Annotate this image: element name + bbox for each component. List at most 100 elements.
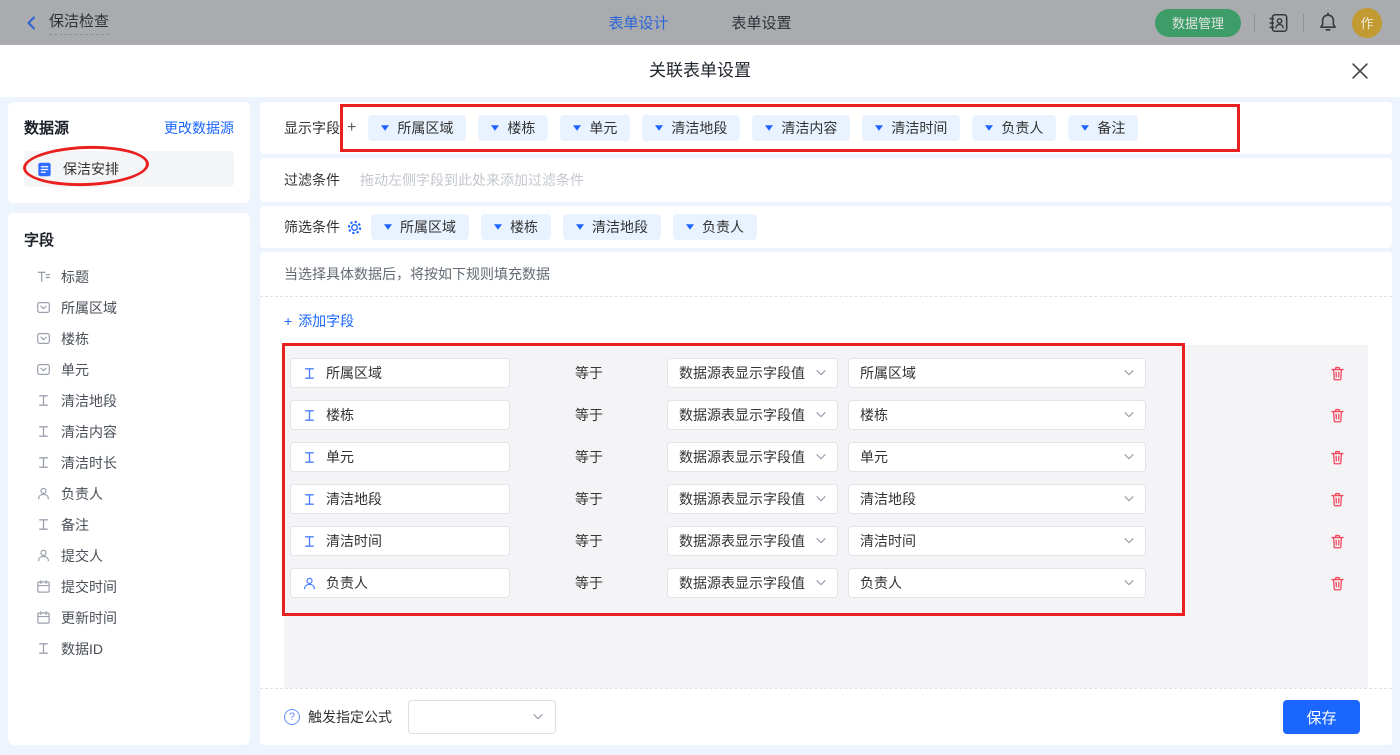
rule-source-select[interactable]: 数据源表显示字段值 xyxy=(667,442,838,472)
field-item-label: 负责人 xyxy=(61,485,103,502)
chip-label: 所属区域 xyxy=(400,219,456,235)
trash-icon[interactable] xyxy=(1329,533,1346,550)
text-icon xyxy=(36,517,51,532)
tab-form-settings[interactable]: 表单设置 xyxy=(732,12,792,33)
rule-source-select[interactable]: 数据源表显示字段值 xyxy=(667,526,838,556)
dropdown-triangle-icon xyxy=(384,224,392,230)
text-icon xyxy=(302,450,317,465)
display-field-chip[interactable]: 备注 xyxy=(1068,115,1139,141)
rule-field-box[interactable]: 清洁时间 xyxy=(290,526,510,556)
screening-field-chip[interactable]: 负责人 xyxy=(673,214,757,240)
formula-select[interactable] xyxy=(408,700,556,734)
person-icon xyxy=(302,576,317,591)
display-field-chip[interactable]: 清洁内容 xyxy=(752,115,851,141)
rule-field-box[interactable]: 楼栋 xyxy=(290,400,510,430)
chip-label: 清洁地段 xyxy=(592,219,648,235)
app-name[interactable]: 保洁检查 xyxy=(49,10,110,35)
rule-field-label: 负责人 xyxy=(326,575,368,591)
field-item[interactable]: 提交时间 xyxy=(24,571,234,602)
field-list: 标题 所属区域 楼栋 单元 清洁地段 清洁内容 清洁时长负责人备注 提交人 提交时间 更新时间 数据… xyxy=(24,261,234,664)
field-item[interactable]: 楼栋 xyxy=(24,323,234,354)
dropdown-triangle-icon xyxy=(491,125,500,131)
display-field-chip[interactable]: 所属区域 xyxy=(368,115,467,141)
add-display-field-button[interactable]: + xyxy=(347,119,356,137)
chip-label: 清洁地段 xyxy=(671,120,728,136)
rule-row: 负责人 等于 数据源表显示字段值 负责人 xyxy=(290,568,1368,598)
rule-target-select[interactable]: 清洁地段 xyxy=(848,484,1146,514)
rule-field-box[interactable]: 单元 xyxy=(290,442,510,472)
display-field-chip[interactable]: 清洁地段 xyxy=(642,115,741,141)
display-field-chip[interactable]: 负责人 xyxy=(972,115,1057,141)
display-field-chip[interactable]: 楼栋 xyxy=(478,115,549,141)
change-datasource-link[interactable]: 更改数据源 xyxy=(164,118,234,138)
topbar-tabs: 表单设计 表单设置 xyxy=(608,12,791,33)
field-item[interactable]: 清洁时长 xyxy=(24,447,234,478)
rule-target-select[interactable]: 负责人 xyxy=(848,568,1146,598)
rule-source-select[interactable]: 数据源表显示字段值 xyxy=(667,400,838,430)
avatar[interactable]: 作 xyxy=(1352,7,1382,38)
filter-dropzone[interactable]: 拖动左侧字段到此处来添加过滤条件 xyxy=(360,170,1392,190)
form-doc-icon xyxy=(36,161,53,178)
save-button[interactable]: 保存 xyxy=(1283,700,1360,734)
rule-target-select[interactable]: 楼栋 xyxy=(848,400,1146,430)
datasource-item[interactable]: 保洁安排 xyxy=(24,151,234,187)
field-item[interactable]: 提交人 xyxy=(24,540,234,571)
rule-source-select[interactable]: 数据源表显示字段值 xyxy=(667,358,838,388)
field-item[interactable]: 所属区域 xyxy=(24,292,234,323)
rule-field-box[interactable]: 所属区域 xyxy=(290,358,510,388)
field-item[interactable]: 单元 xyxy=(24,354,234,385)
rule-row: 清洁地段 等于 数据源表显示字段值 清洁地段 xyxy=(290,484,1368,514)
trash-icon[interactable] xyxy=(1329,449,1346,466)
data-manage-button[interactable]: 数据管理 xyxy=(1154,8,1241,37)
rule-field-label: 清洁时间 xyxy=(326,533,382,549)
panel-footer: ? 触发指定公式 保存 xyxy=(260,688,1392,745)
trash-icon[interactable] xyxy=(1329,491,1346,508)
datasource-heading: 数据源 xyxy=(24,120,70,137)
modal-header: 关联表单设置 xyxy=(0,45,1400,97)
contacts-icon[interactable] xyxy=(1268,12,1290,34)
rules-hint: 当选择具体数据后，将按如下规则填充数据 xyxy=(260,252,1392,297)
chevron-down-icon xyxy=(1124,454,1134,460)
gear-icon[interactable] xyxy=(347,220,362,235)
chip-label: 清洁内容 xyxy=(781,120,838,136)
rule-field-box[interactable]: 负责人 xyxy=(290,568,510,598)
select-icon xyxy=(36,362,51,377)
add-field-button[interactable]: + 添加字段 xyxy=(260,297,1392,345)
rule-field-label: 清洁地段 xyxy=(326,491,382,507)
field-item[interactable]: 清洁内容 xyxy=(24,416,234,447)
datasource-item-label: 保洁安排 xyxy=(63,161,119,177)
tab-form-design[interactable]: 表单设计 xyxy=(608,12,668,33)
rule-target-select[interactable]: 所属区域 xyxy=(848,358,1146,388)
rule-source-value: 数据源表显示字段值 xyxy=(679,449,805,465)
field-item[interactable]: 数据ID xyxy=(24,633,234,664)
rule-operator: 等于 xyxy=(575,491,603,507)
screening-field-chip[interactable]: 清洁地段 xyxy=(563,214,661,240)
person-icon xyxy=(36,548,51,563)
close-icon[interactable] xyxy=(1350,61,1370,81)
chevron-down-icon xyxy=(816,580,826,586)
screening-field-chip[interactable]: 楼栋 xyxy=(481,214,551,240)
trash-icon[interactable] xyxy=(1329,575,1346,592)
rule-target-select[interactable]: 清洁时间 xyxy=(848,526,1146,556)
rule-target-value: 清洁地段 xyxy=(860,491,916,507)
display-field-chip[interactable]: 单元 xyxy=(560,115,631,141)
trash-icon[interactable] xyxy=(1329,365,1346,382)
field-item[interactable]: 备注 xyxy=(24,509,234,540)
display-field-chip[interactable]: 清洁时间 xyxy=(862,115,961,141)
rule-target-select[interactable]: 单元 xyxy=(848,442,1146,472)
field-item[interactable]: 负责人 xyxy=(24,478,234,509)
help-icon[interactable]: ? xyxy=(284,709,300,725)
title-icon xyxy=(36,269,51,284)
trash-icon[interactable] xyxy=(1329,407,1346,424)
field-item[interactable]: 更新时间 xyxy=(24,602,234,633)
screening-field-chip[interactable]: 所属区域 xyxy=(371,214,469,240)
field-item[interactable]: 清洁地段 xyxy=(24,385,234,416)
rule-field-box[interactable]: 清洁地段 xyxy=(290,484,510,514)
rule-source-select[interactable]: 数据源表显示字段值 xyxy=(667,568,838,598)
back-button[interactable]: 保洁检查 xyxy=(24,10,110,35)
field-item[interactable]: 标题 xyxy=(24,261,234,292)
rule-source-select[interactable]: 数据源表显示字段值 xyxy=(667,484,838,514)
back-chevron-icon[interactable] xyxy=(24,15,40,31)
bell-icon[interactable] xyxy=(1317,12,1339,34)
dropdown-triangle-icon xyxy=(875,125,884,131)
